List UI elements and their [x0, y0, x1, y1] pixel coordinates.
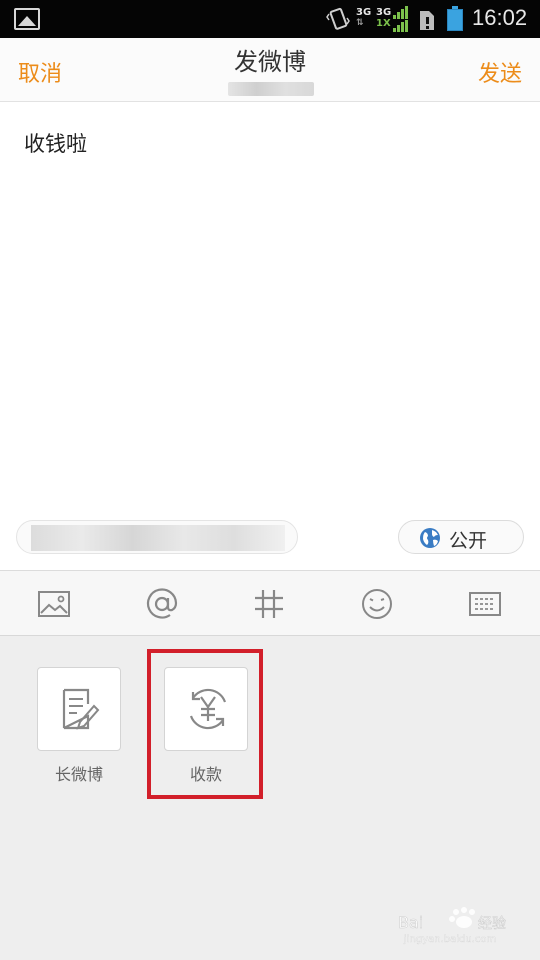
highlight-box — [147, 649, 263, 799]
emoji-icon[interactable] — [360, 587, 394, 621]
more-tools-panel: 长微博 收款 Bai 经验 jingyan.baidu.com — [0, 636, 540, 960]
battery-icon — [447, 6, 463, 31]
long-post-icon — [62, 688, 100, 730]
globe-icon — [420, 528, 440, 548]
long-post-button[interactable] — [37, 667, 121, 751]
visibility-button[interactable]: 公开 — [398, 520, 524, 554]
location-text-blurred — [31, 525, 285, 551]
long-post-tile[interactable]: 长微博 — [37, 667, 121, 785]
send-button[interactable]: 发送 — [478, 56, 522, 88]
network-type-indicator-2: 3G 1X — [376, 7, 391, 29]
hashtag-icon[interactable] — [252, 587, 286, 621]
visibility-label: 公开 — [449, 530, 488, 552]
keyboard-icon[interactable] — [468, 587, 502, 621]
data-arrows-icon: ⇅ — [356, 18, 364, 28]
compose-toolbar — [0, 570, 540, 636]
sim-alert-icon — [420, 11, 434, 30]
network-label: 3G — [356, 7, 372, 18]
long-post-label: 长微博 — [54, 765, 103, 784]
svg-text:jingyan.baidu.com: jingyan.baidu.com — [403, 934, 496, 945]
baidu-jingyan-watermark: Bai 经验 jingyan.baidu.com — [398, 907, 506, 945]
gallery-notification-icon — [14, 8, 40, 30]
vibrate-icon — [326, 7, 350, 30]
network-type-indicator: 3G ⇅ — [356, 7, 371, 29]
status-bar: 3G ⇅ 3G 1X 16:02 — [0, 0, 540, 38]
network-label-top: 3G — [376, 7, 392, 18]
signal-strength-icon — [393, 6, 408, 32]
account-name-blurred — [228, 82, 314, 96]
network-label-bottom: 1X — [376, 18, 391, 29]
image-icon[interactable] — [37, 587, 71, 621]
app-header: 取消 发微博 发送 — [0, 38, 540, 102]
at-icon[interactable] — [145, 587, 179, 621]
clock: 16:02 — [472, 5, 528, 30]
svg-text:经验: 经验 — [478, 916, 506, 932]
location-button[interactable] — [16, 520, 298, 554]
svg-text:Bai: Bai — [398, 913, 423, 932]
post-text[interactable]: 收钱啦 — [24, 128, 87, 158]
compose-area[interactable]: 收钱啦 公开 — [0, 102, 540, 570]
page-title: 发微博 — [234, 48, 306, 76]
